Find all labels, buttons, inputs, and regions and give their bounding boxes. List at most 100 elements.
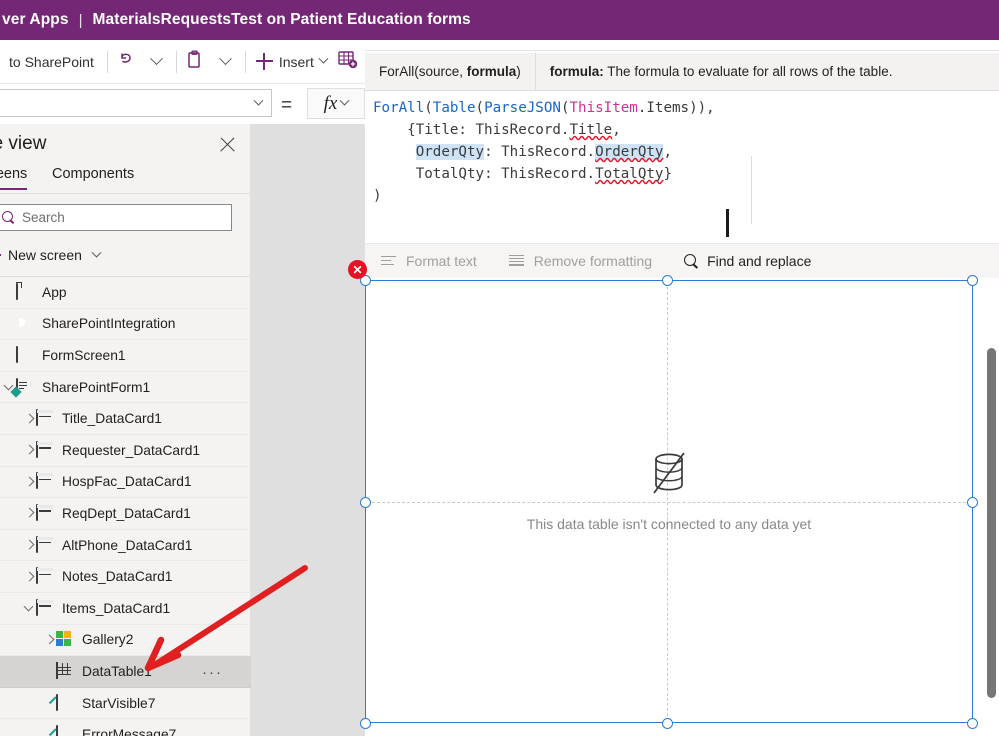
format-text-button[interactable]: Format text [365,253,493,269]
token-orderqty-key: OrderQty [415,144,485,160]
chevron-down-icon [219,52,233,66]
power-apps-studio: ver Apps | MaterialsRequestsTest on Pati… [0,0,999,736]
tree-search-input[interactable]: Search [0,204,232,231]
label-edit-icon [56,693,74,712]
tree-item-more-button[interactable]: ··· [202,664,223,681]
tree-view-panel: ee view reens Components Search New scre… [0,124,251,736]
token-table: Table [432,100,476,116]
equals-sign: = [281,95,293,116]
token-totalqty-mid: : ThisRecord. [484,166,596,182]
resize-handle-bottom-center[interactable] [662,718,673,729]
expander-placeholder [44,665,56,677]
token-title-key: {Title: ThisRecord. [407,122,570,138]
tab-components[interactable]: Components [52,166,134,188]
signature-suffix: ) [516,64,521,79]
param-desc: The formula to evaluate for all rows of … [603,64,893,79]
search-placeholder: Search [22,210,65,225]
datacard-icon [36,409,54,427]
tree-item-label: Gallery2 [82,632,134,648]
new-screen-button[interactable]: New screen [0,242,243,268]
tree-item-label: StarVisible7 [82,695,156,711]
tree-item-hospfac-datacard1[interactable]: HospFac_DataCard1 [0,467,251,499]
data-table-icon [56,661,74,680]
app-icon [16,282,34,301]
resize-handle-top-center[interactable] [662,275,673,286]
header-separator: | [78,11,83,29]
tree-item-formscreen1[interactable]: FormScreen1 [0,340,251,372]
tree-item-label: SharePointForm1 [42,379,151,395]
tree-item-errormessage7[interactable]: ErrorMessage7 [0,719,251,736]
tree-view-tabs: reens Components [0,166,250,194]
tree-item-datatable1[interactable]: DataTable1 ··· [0,656,251,688]
tree-item-label: ReqDept_DataCard1 [62,505,191,521]
formula-code-area[interactable]: ForAll(Table(ParseJSON(ThisItem.Items)),… [365,92,999,252]
tree-item-label: AltPhone_DataCard1 [62,537,193,553]
canvas-vertical-scrollbar[interactable] [987,348,996,698]
formula-intellisense-tooltip: ForAll(source, formula) formula: The for… [365,53,999,91]
close-icon[interactable] [219,136,236,153]
datacard-icon [36,472,54,490]
tree-item-altphone-datacard1[interactable]: AltPhone_DataCard1 [0,530,251,562]
tree-item-app[interactable]: App [0,277,251,309]
chevron-right-icon[interactable] [24,413,36,425]
resize-handle-bottom-right[interactable] [967,718,978,729]
error-badge[interactable]: ✕ [348,260,367,279]
toolbar-divider [106,50,108,73]
chevron-right-icon[interactable] [24,476,36,488]
chevron-right-icon[interactable] [24,444,36,456]
tree-item-gallery2[interactable]: Gallery2 [0,625,251,657]
token-orderqty-value: OrderQty [595,144,664,160]
chevron-right-icon[interactable] [44,634,56,646]
tree-item-label: Requester_DataCard1 [62,442,201,458]
token-parsejson: ParseJSON [484,100,561,116]
format-text-label: Format text [406,253,477,269]
paste-dropdown-button[interactable] [211,46,241,78]
paste-button[interactable] [181,46,211,78]
signature-prefix: ForAll(source, [379,64,467,79]
chevron-down-icon [318,53,329,64]
chevron-down-icon[interactable] [24,602,36,614]
tree-item-requester-datacard1[interactable]: Requester_DataCard1 [0,435,251,467]
fx-expand-button[interactable]: fx [307,88,365,119]
property-dropdown[interactable] [0,89,272,117]
resize-handle-bottom-left[interactable] [360,718,371,729]
tree-view-title: ee view [0,133,47,154]
tree-item-label: Notes_DataCard1 [62,569,173,585]
datacard-icon [36,598,54,617]
chevron-down-icon [150,52,164,66]
token-orderqty-mid: : ThisRecord. [484,144,596,160]
tree-view-header: ee view [0,124,250,166]
token-thisitem: ThisItem [569,100,638,116]
tree-item-starvisible7[interactable]: StarVisible7 [0,688,251,720]
remove-formatting-label: Remove formatting [533,253,653,269]
format-text-icon [381,255,398,268]
add-data-table-icon [338,50,358,74]
tree-item-title-datacard1[interactable]: Title_DataCard1 [0,403,251,435]
chevron-right-icon[interactable] [24,507,36,519]
remove-formatting-button[interactable]: Remove formatting [493,253,668,269]
tree-item-label: ErrorMessage7 [82,727,177,736]
insert-label: Insert [278,53,314,70]
tree-item-sharepointintegration[interactable]: SharePointIntegration [0,309,251,341]
sharepoint-icon [16,315,34,332]
chevron-right-icon[interactable] [24,539,36,551]
find-and-replace-button[interactable]: Find and replace [668,253,827,269]
toolbar-divider [175,50,177,73]
tree-item-notes-datacard1[interactable]: Notes_DataCard1 [0,561,251,593]
add-data-button[interactable] [333,46,363,78]
undo-dropdown-button[interactable] [142,46,172,78]
text-caret [726,209,729,237]
tree-item-reqdept-datacard1[interactable]: ReqDept_DataCard1 [0,498,251,530]
save-to-sharepoint-button[interactable]: to SharePoint [0,54,103,70]
error-icon: ✕ [352,262,363,277]
tree-item-items-datacard1[interactable]: Items_DataCard1 [0,593,251,625]
chevron-right-icon[interactable] [24,571,36,583]
tab-screens[interactable]: reens [0,166,28,190]
insert-button[interactable]: Insert [250,46,333,78]
token-totalqty-value: TotalQty [595,166,664,182]
paste-icon [187,50,204,74]
resize-handle-top-right[interactable] [967,275,978,286]
tree-item-sharepointform1[interactable]: SharePointForm1 [0,372,251,404]
undo-button[interactable] [112,46,142,78]
datacard-icon [36,567,54,585]
